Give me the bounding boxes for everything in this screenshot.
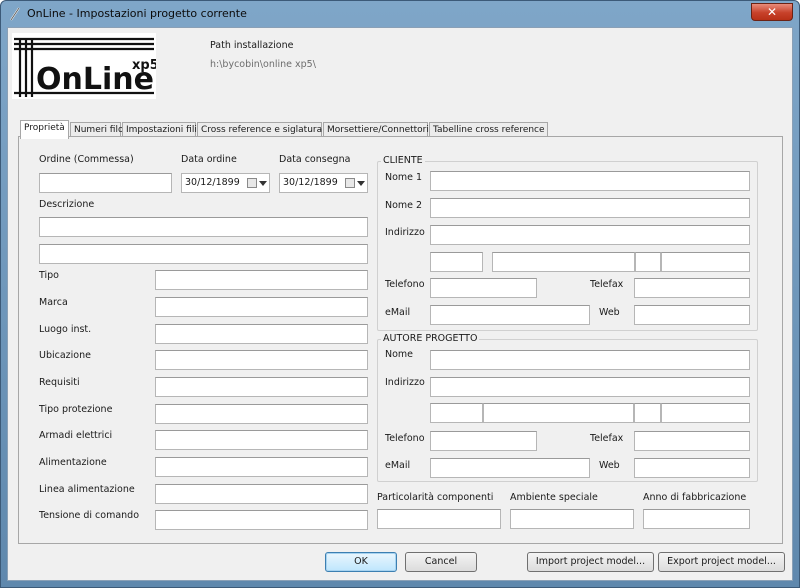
- app-pen-icon: [10, 7, 20, 21]
- marca-input[interactable]: [155, 297, 368, 317]
- nome1-input[interactable]: [430, 171, 750, 191]
- autore-web-label: Web: [599, 460, 620, 471]
- autore-nazione-input[interactable]: [661, 403, 750, 423]
- autore-title: AUTORE PROGETTO: [381, 333, 480, 344]
- cliente-telefono-label: Telefono: [385, 279, 425, 290]
- cliente-nazione-input[interactable]: [661, 252, 750, 272]
- autore-provincia-input[interactable]: [634, 403, 661, 423]
- particolarita-label: Particolarità componenti: [377, 492, 494, 503]
- cliente-telefax-input[interactable]: [634, 278, 750, 298]
- import-model-button[interactable]: Import project model...: [527, 552, 654, 572]
- tipo-label: Tipo: [39, 270, 59, 281]
- dialog-body: OnLine xp5 Path installazione h:\bycobin…: [7, 27, 793, 581]
- anno-input[interactable]: [643, 509, 750, 529]
- autore-citta-input[interactable]: [483, 403, 634, 423]
- export-model-button[interactable]: Export project model...: [658, 552, 785, 572]
- calendar-checkbox-icon[interactable]: [345, 178, 355, 188]
- dropdown-arrow-icon[interactable]: [357, 181, 365, 186]
- ambiente-input[interactable]: [510, 509, 634, 529]
- cliente-provincia-input[interactable]: [635, 252, 661, 272]
- descrizione-input-2[interactable]: [39, 244, 368, 264]
- tensione-input[interactable]: [155, 510, 368, 530]
- autore-telefax-input[interactable]: [634, 431, 750, 451]
- descrizione-input-1[interactable]: [39, 217, 368, 237]
- ubicazione-label: Ubicazione: [39, 350, 91, 361]
- data-consegna-label: Data consegna: [279, 154, 351, 165]
- linea-label: Linea alimentazione: [39, 484, 135, 495]
- data-ordine-label: Data ordine: [181, 154, 237, 165]
- cliente-title: CLIENTE: [381, 155, 425, 166]
- requisiti-input[interactable]: [155, 377, 368, 397]
- luogo-input[interactable]: [155, 324, 368, 344]
- ordine-input[interactable]: [39, 173, 172, 193]
- armadi-input[interactable]: [155, 430, 368, 450]
- online-logo: OnLine xp5: [12, 33, 156, 99]
- alimentazione-label: Alimentazione: [39, 457, 107, 468]
- cliente-indirizzo-label: Indirizzo: [385, 227, 425, 238]
- cliente-telefono-input[interactable]: [430, 278, 537, 298]
- armadi-label: Armadi elettrici: [39, 430, 113, 441]
- data-ordine-value: 30/12/1899: [185, 177, 240, 188]
- cliente-email-label: eMail: [385, 307, 411, 318]
- nome2-input[interactable]: [430, 198, 750, 218]
- data-consegna-picker[interactable]: 30/12/1899: [279, 173, 368, 193]
- autore-indirizzo-label: Indirizzo: [385, 377, 425, 388]
- autore-nome-label: Nome: [385, 349, 414, 360]
- tipo-protezione-input[interactable]: [155, 404, 368, 424]
- logo-suffix: xp5: [132, 58, 156, 73]
- linea-input[interactable]: [155, 484, 368, 504]
- properties-panel: Ordine (Commessa) Data ordine 30/12/1899…: [18, 136, 783, 544]
- data-consegna-value: 30/12/1899: [283, 177, 338, 188]
- ubicazione-input[interactable]: [155, 350, 368, 370]
- autore-telefax-label: Telefax: [590, 433, 624, 444]
- autore-email-input[interactable]: [430, 458, 590, 478]
- cancel-button[interactable]: Cancel: [405, 552, 477, 572]
- cliente-citta-input[interactable]: [492, 252, 635, 272]
- marca-label: Marca: [39, 297, 68, 308]
- autore-email-label: eMail: [385, 460, 411, 471]
- autore-cap-input[interactable]: [430, 403, 483, 423]
- tipo-protezione-label: Tipo protezione: [39, 404, 113, 415]
- title-bar: OnLine - Impostazioni progetto corrente …: [1, 1, 799, 27]
- close-button[interactable]: ✕: [751, 3, 793, 21]
- autore-indirizzo-input[interactable]: [430, 377, 750, 397]
- alimentazione-input[interactable]: [155, 457, 368, 477]
- nome1-label: Nome 1: [385, 172, 423, 183]
- settings-window: OnLine - Impostazioni progetto corrente …: [0, 0, 800, 588]
- cliente-cap-input[interactable]: [430, 252, 483, 272]
- dropdown-arrow-icon[interactable]: [259, 181, 267, 186]
- cliente-telefax-label: Telefax: [590, 279, 624, 290]
- autore-nome-input[interactable]: [430, 350, 750, 370]
- data-ordine-picker[interactable]: 30/12/1899: [181, 173, 270, 193]
- autore-web-input[interactable]: [634, 458, 750, 478]
- cliente-web-label: Web: [599, 307, 620, 318]
- luogo-label: Luogo inst.: [39, 324, 92, 335]
- tensione-label: Tensione di comando: [39, 510, 140, 521]
- ok-button[interactable]: OK: [325, 552, 397, 572]
- requisiti-label: Requisiti: [39, 377, 80, 388]
- tipo-input[interactable]: [155, 270, 368, 290]
- cliente-indirizzo-input[interactable]: [430, 225, 750, 245]
- autore-telefono-label: Telefono: [385, 433, 425, 444]
- path-label: Path installazione: [210, 40, 294, 51]
- autore-telefono-input[interactable]: [430, 431, 537, 451]
- particolarita-input[interactable]: [377, 509, 501, 529]
- window-title: OnLine - Impostazioni progetto corrente: [27, 7, 247, 20]
- nome2-label: Nome 2: [385, 200, 423, 211]
- tab-proprieta[interactable]: Proprietà: [20, 120, 69, 139]
- ordine-label: Ordine (Commessa): [39, 154, 134, 165]
- anno-label: Anno di fabbricazione: [643, 492, 747, 503]
- path-value: h:\bycobin\online xp5\: [210, 59, 316, 70]
- cliente-email-input[interactable]: [430, 305, 590, 325]
- calendar-checkbox-icon[interactable]: [247, 178, 257, 188]
- descrizione-label: Descrizione: [39, 199, 95, 210]
- cliente-web-input[interactable]: [634, 305, 750, 325]
- ambiente-label: Ambiente speciale: [510, 492, 598, 503]
